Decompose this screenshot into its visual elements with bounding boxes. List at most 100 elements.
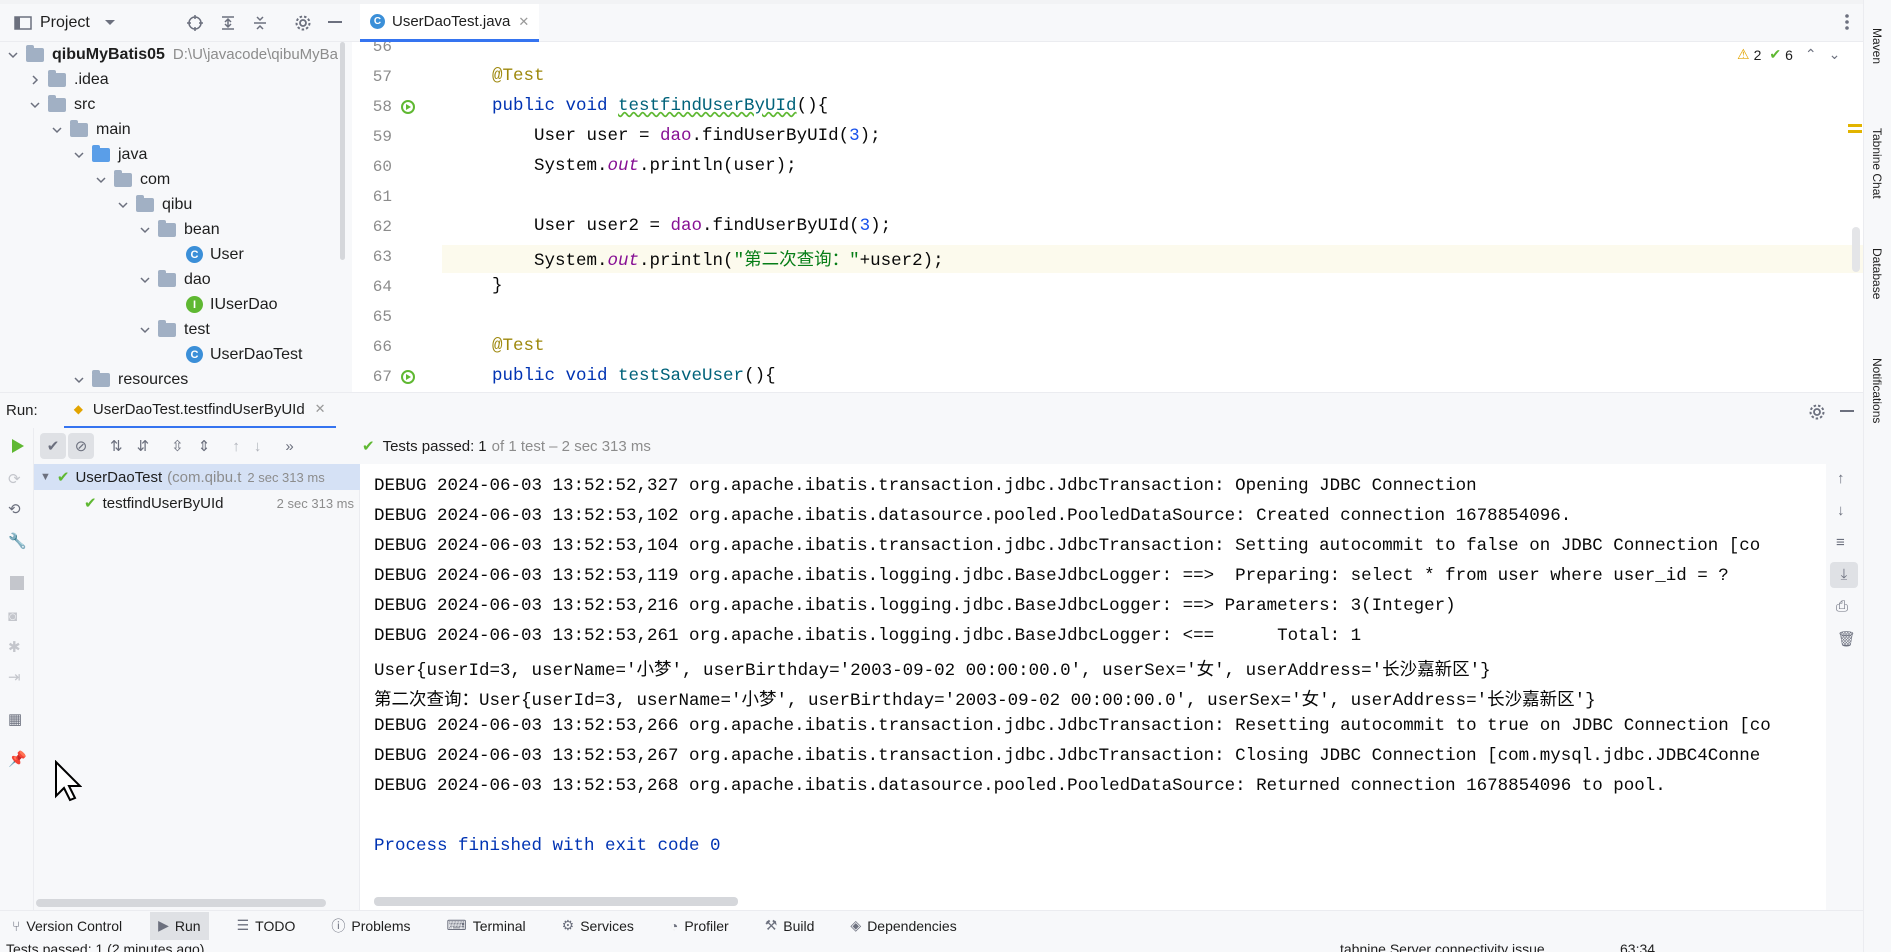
layout-icon[interactable]: ▦ <box>8 710 22 728</box>
passed-check-icon: ✔ <box>362 438 375 455</box>
run-panel-header: Run: ◆ UserDaoTest.testfindUserByUId ✕ <box>0 392 1863 429</box>
print-icon[interactable]: ⎙ <box>1836 598 1848 615</box>
sort-duration-icon[interactable]: ⇵ <box>137 437 150 455</box>
tab-userdaotest[interactable]: C UserDaoTest.java ✕ <box>360 4 540 42</box>
tree-item-iuserdao[interactable]: I IUserDao <box>186 292 278 317</box>
run-test-gutter-icon[interactable] <box>400 98 418 116</box>
gear-icon[interactable] <box>1808 403 1826 421</box>
tree-horizontal-scrollbar[interactable] <box>36 899 326 907</box>
toggle-auto-test-icon[interactable]: ⟲ <box>8 500 21 518</box>
console-line: DEBUG 2024-06-03 13:52:53,119 org.apache… <box>374 566 1729 586</box>
tool-label: TODO <box>255 917 296 934</box>
test-method-row[interactable]: ✔ testfindUserByUId 2 sec 313 ms <box>34 490 360 516</box>
tool-label: Services <box>580 917 634 934</box>
expand-all-icon[interactable]: ⇳ <box>171 437 184 455</box>
tool-services[interactable]: ⚙ Services <box>554 912 642 940</box>
more-tabs-icon[interactable] <box>1845 14 1849 30</box>
module-folder-icon <box>26 44 44 62</box>
code-editor[interactable]: 56 57 58 59 60 61 62 63 64 65 66 67 @Tes… <box>352 42 1863 392</box>
chevron-down-icon <box>50 123 64 137</box>
collapse-all-icon[interactable] <box>252 15 268 31</box>
console-line: 第二次查询：User{userId=3, userName='小梦', user… <box>374 691 1596 711</box>
gear-icon[interactable] <box>294 14 312 32</box>
soft-wrap-icon[interactable]: ≡ <box>1836 534 1845 551</box>
arrow-up-icon[interactable]: ↑ <box>1837 470 1845 487</box>
rerun-icon[interactable] <box>9 438 25 454</box>
project-view-icon <box>14 15 32 31</box>
sort-alpha-icon[interactable]: ⇅ <box>110 437 123 455</box>
scroll-to-end-icon[interactable]: ⤓ <box>1830 562 1858 588</box>
next-failed-icon[interactable]: ↓ <box>254 438 262 455</box>
tool-todo[interactable]: ☰ TODO <box>229 912 304 940</box>
tree-scrollbar[interactable] <box>340 42 345 260</box>
minimize-icon[interactable] <box>327 20 342 25</box>
console-output[interactable]: DEBUG 2024-06-03 13:52:52,327 org.apache… <box>360 464 1826 910</box>
tree-item-root[interactable]: qibuMyBatis05 D:\U\javacode\qibuMyBa <box>6 42 338 67</box>
console-horizontal-scrollbar[interactable] <box>374 897 738 906</box>
right-tool-strip: Maven Tabnine Chat Database Notification… <box>1863 0 1891 952</box>
test-name: testfindUserByUId <box>102 494 224 512</box>
more-icon[interactable]: » <box>285 438 293 455</box>
package-icon <box>158 219 176 237</box>
minimize-icon[interactable] <box>1840 410 1854 414</box>
tree-item-resources[interactable]: resources <box>72 367 188 392</box>
tool-run[interactable]: ▶ Run <box>150 911 209 940</box>
close-icon[interactable]: ✕ <box>518 14 529 30</box>
java-test-class-icon: C <box>186 346 203 363</box>
tree-item-com[interactable]: com <box>94 167 170 192</box>
run-test-gutter-icon[interactable] <box>400 368 418 386</box>
tree-item-src[interactable]: src <box>28 92 95 117</box>
code-line-63: System.out.println("第二次查询："+user2); <box>492 251 944 271</box>
code-line-67: public void testSaveUser(){ <box>492 366 776 386</box>
tree-item-idea[interactable]: .idea <box>28 67 109 92</box>
tool-dependencies[interactable]: ◈ Dependencies <box>842 912 964 940</box>
warning-stripe-marker[interactable] <box>1848 124 1862 127</box>
tool-build[interactable]: ⚒ Build <box>757 912 823 940</box>
chevron-down-icon[interactable] <box>104 19 116 27</box>
tree-item-userdaotest[interactable]: C UserDaoTest <box>186 342 302 367</box>
inspection-widget[interactable]: ⚠ 2 ✔ 6 ⌃ ⌄ <box>1737 46 1840 63</box>
caret-position[interactable]: 63:34 <box>1620 941 1655 952</box>
tool-version-control[interactable]: ⑂ Version Control <box>4 912 130 940</box>
warning-stripe-marker[interactable] <box>1848 130 1862 133</box>
root-path: D:\U\javacode\qibuMyBa <box>172 46 339 63</box>
notifications-tool[interactable]: Notifications <box>1870 358 1884 423</box>
show-ignored-toggle[interactable]: ⊘ <box>68 433 94 459</box>
tabnine-status[interactable]: tabnine Server connectivity issue <box>1340 941 1545 952</box>
tree-item-main[interactable]: main <box>50 117 131 142</box>
tabnine-chat-tool[interactable]: Tabnine Chat <box>1870 128 1884 199</box>
test-suite-row[interactable]: ▼ ✔ UserDaoTest (com.qibu.t 2 sec 313 ms <box>34 464 360 490</box>
tool-profiler[interactable]: ◔ Profiler <box>662 912 737 940</box>
tree-item-dao[interactable]: dao <box>138 267 211 292</box>
tool-problems[interactable]: ⓘ Problems <box>323 912 418 940</box>
tree-label: dao <box>184 270 211 288</box>
tree-item-user[interactable]: C User <box>186 242 244 267</box>
close-icon[interactable]: ✕ <box>315 401 326 417</box>
tool-terminal[interactable]: ⌨ Terminal <box>439 912 534 940</box>
trash-icon[interactable]: 🗑 <box>1837 630 1856 648</box>
project-panel-header: Project <box>0 4 352 42</box>
status-left-text[interactable]: Tests passed: 1 (2 minutes ago) <box>6 941 204 952</box>
collapse-all-icon[interactable]: ⇕ <box>198 437 211 455</box>
show-passed-toggle[interactable]: ✔ <box>40 433 66 459</box>
test-toolbar: ✔ ⊘ ⇅ ⇵ ⇳ ⇕ ↑ ↓ » <box>0 428 360 464</box>
tree-item-qibu[interactable]: qibu <box>116 192 192 217</box>
chevron-down-icon[interactable]: ⌄ <box>1829 46 1841 63</box>
locate-icon[interactable] <box>186 14 204 32</box>
arrow-down-icon[interactable]: ↓ <box>1837 502 1845 519</box>
info-icon: ⓘ <box>331 917 346 934</box>
chevron-up-icon[interactable]: ⌃ <box>1805 46 1817 63</box>
warning-count: 2 <box>1753 46 1762 63</box>
maven-tool[interactable]: Maven <box>1870 28 1884 64</box>
editor-scrollbar[interactable] <box>1852 227 1860 272</box>
project-title[interactable]: Project <box>40 14 90 32</box>
database-tool[interactable]: Database <box>1870 248 1884 299</box>
tree-item-test[interactable]: test <box>138 317 210 342</box>
pin-icon[interactable]: 📌 <box>8 750 27 768</box>
run-config-tab[interactable]: ◆ UserDaoTest.testfindUserByUId ✕ <box>63 393 336 429</box>
expand-all-icon[interactable] <box>220 15 236 31</box>
wrench-icon[interactable]: 🔧 <box>8 532 27 550</box>
prev-failed-icon[interactable]: ↑ <box>232 438 240 455</box>
tree-item-java[interactable]: java <box>72 142 147 167</box>
tree-item-bean[interactable]: bean <box>138 217 220 242</box>
